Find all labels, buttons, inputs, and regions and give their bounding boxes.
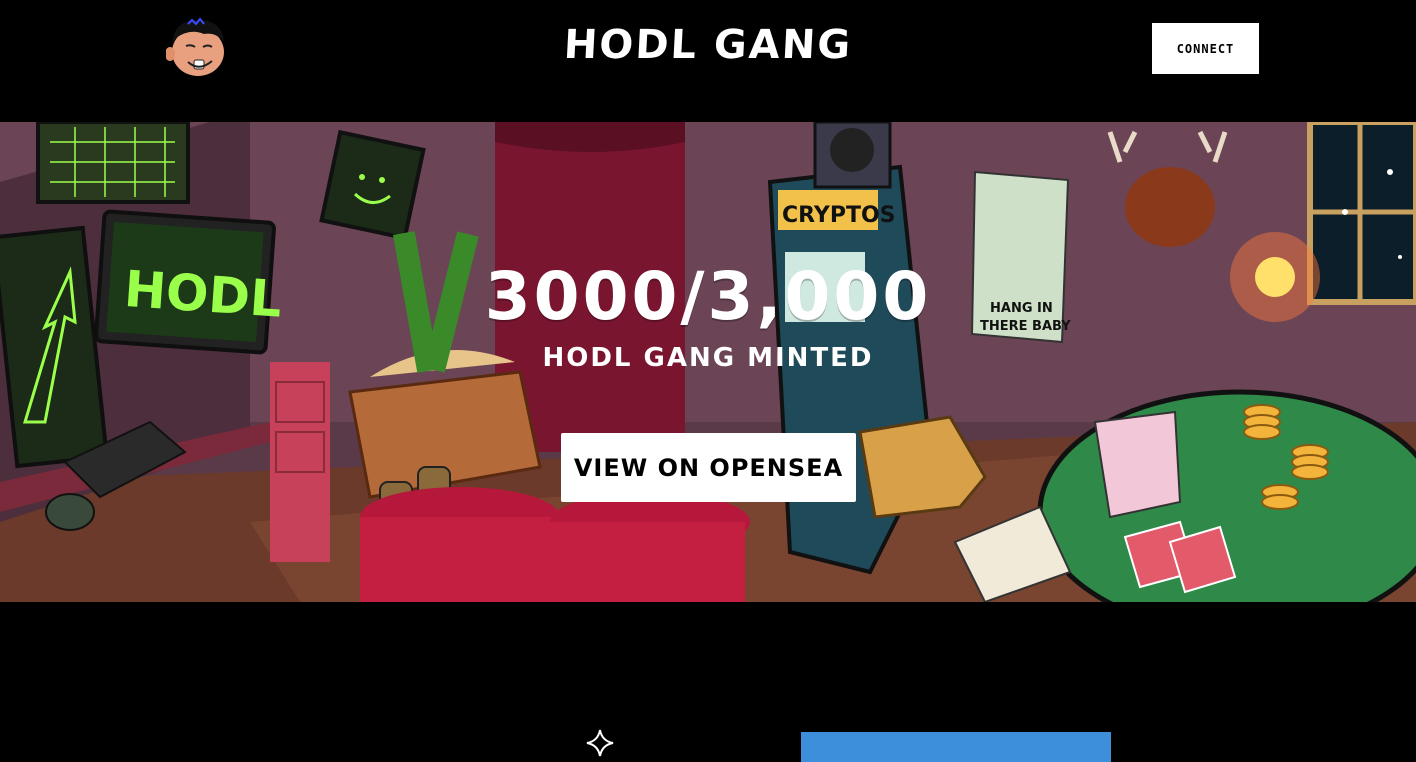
minted-count: 3000/3,000 [484,258,932,335]
minted-label: HODL GANG MINTED [542,343,874,373]
hero-banner: HODL CRYPTOS HANG IN THERE BABY 3000/3,0… [0,122,1416,602]
arcade-cryptos-text: CRYPTOS [782,203,896,228]
sparkle-icon [586,729,614,757]
connect-button[interactable]: CONNECT [1152,23,1259,74]
next-section-card [801,732,1111,762]
view-on-opensea-button[interactable]: VIEW ON OPENSEA [561,433,856,502]
site-header: HODL GANG CONNECT [0,0,1416,122]
